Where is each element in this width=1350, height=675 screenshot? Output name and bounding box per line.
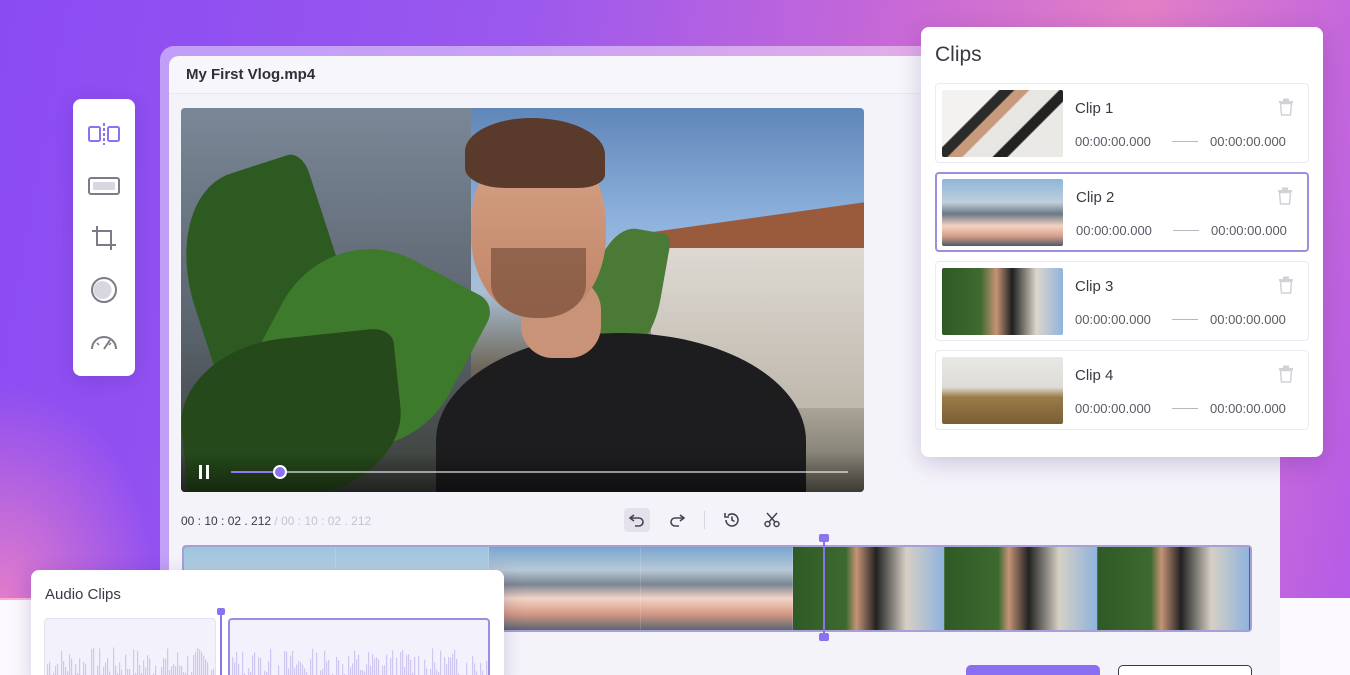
timeline-playhead[interactable]	[823, 536, 825, 639]
time-range-separator	[1172, 408, 1198, 409]
clip-card-selected[interactable]: Clip 2 00:00:00.000 00:00:00.000	[935, 172, 1309, 252]
playback-track[interactable]	[231, 471, 848, 473]
delete-clip-button[interactable]	[1278, 98, 1294, 116]
aspect-ratio-tool[interactable]	[87, 171, 121, 201]
clip-start-time[interactable]: 00:00:00.000	[1075, 312, 1151, 327]
clip-name: Clip 4	[1075, 367, 1113, 384]
timeline-frame	[945, 547, 1097, 630]
clip-start-time[interactable]: 00:00:00.000	[1075, 401, 1151, 416]
current-time: 00 : 10 : 02 . 212	[181, 514, 271, 528]
history-button[interactable]	[719, 508, 745, 532]
background-glow	[0, 380, 160, 600]
timeline-frame	[641, 547, 793, 630]
toolbar-divider	[704, 511, 705, 529]
clip-start-time[interactable]: 00:00:00.000	[1075, 134, 1151, 149]
clip-end-time[interactable]: 00:00:00.000	[1210, 312, 1286, 327]
video-preview[interactable]	[181, 108, 864, 492]
audio-clip-selected[interactable]	[228, 618, 490, 675]
pause-icon	[197, 464, 211, 480]
clip-end-time[interactable]: 00:00:00.000	[1210, 401, 1286, 416]
side-toolbar	[73, 99, 135, 376]
timeline-frame	[1098, 547, 1250, 630]
primary-button[interactable]	[966, 665, 1100, 675]
aspect-ratio-icon	[87, 175, 121, 197]
split-tool[interactable]	[87, 119, 121, 149]
clip-end-time[interactable]: 00:00:00.000	[1211, 223, 1287, 238]
time-range-separator	[1172, 141, 1198, 142]
crop-icon	[91, 225, 117, 251]
filter-icon	[89, 275, 119, 305]
delete-clip-button[interactable]	[1278, 365, 1294, 383]
history-icon	[723, 511, 741, 529]
time-range-separator	[1173, 230, 1199, 231]
clip-card[interactable]: Clip 3 00:00:00.000 00:00:00.000	[935, 261, 1309, 341]
timeline-frame	[793, 547, 945, 630]
audio-waveform	[230, 620, 490, 675]
clip-thumbnail	[942, 179, 1063, 246]
clip-thumbnail	[942, 357, 1063, 424]
speed-tool[interactable]	[87, 327, 121, 357]
audio-clip[interactable]	[44, 618, 216, 675]
filter-tool[interactable]	[87, 275, 121, 305]
delete-clip-button[interactable]	[1277, 187, 1293, 205]
clip-card[interactable]: Clip 4 00:00:00.000 00:00:00.000	[935, 350, 1309, 430]
trash-icon	[1278, 365, 1294, 383]
clips-panel: Clips Clip 1 00:00:00.000 00:00:00.000 C…	[921, 27, 1323, 457]
clip-card[interactable]: Clip 1 00:00:00.000 00:00:00.000	[935, 83, 1309, 163]
playback-knob[interactable]	[273, 465, 287, 479]
split-icon	[87, 122, 121, 146]
clip-name: Clip 3	[1075, 278, 1113, 295]
crop-tool[interactable]	[87, 223, 121, 253]
secondary-button[interactable]	[1118, 665, 1252, 675]
clips-panel-title: Clips	[935, 43, 1309, 67]
audio-clips-title: Audio Clips	[45, 586, 490, 603]
clip-start-time[interactable]: 00:00:00.000	[1076, 223, 1152, 238]
scissors-icon	[763, 511, 781, 529]
redo-button[interactable]	[664, 508, 690, 532]
trash-icon	[1277, 187, 1293, 205]
delete-clip-button[interactable]	[1278, 276, 1294, 294]
timeline-toolbar	[624, 507, 785, 533]
clip-name: Clip 1	[1075, 100, 1113, 117]
clip-thumbnail	[942, 90, 1063, 157]
video-scene-person-hair	[465, 118, 605, 188]
pause-button[interactable]	[197, 464, 213, 480]
clip-thumbnail	[942, 268, 1063, 335]
audio-playhead[interactable]	[220, 610, 222, 675]
time-range-separator	[1172, 319, 1198, 320]
trash-icon	[1278, 276, 1294, 294]
total-time: / 00 : 10 : 02 . 212	[274, 514, 371, 528]
audio-clips-panel: Audio Clips	[31, 570, 504, 675]
audio-waveform	[45, 619, 216, 675]
clip-name: Clip 2	[1076, 189, 1114, 206]
undo-icon	[629, 513, 645, 527]
video-scene-person-beard	[491, 248, 586, 318]
video-controls	[181, 452, 864, 492]
redo-icon	[669, 513, 685, 527]
timeline-frame	[489, 547, 641, 630]
file-name: My First Vlog.mp4	[186, 66, 315, 83]
undo-button[interactable]	[624, 508, 650, 532]
speed-icon	[89, 331, 119, 353]
split-cut-button[interactable]	[759, 508, 785, 532]
trash-icon	[1278, 98, 1294, 116]
clip-end-time[interactable]: 00:00:00.000	[1210, 134, 1286, 149]
timecode: 00 : 10 : 02 . 212 / 00 : 10 : 02 . 212	[181, 514, 371, 528]
